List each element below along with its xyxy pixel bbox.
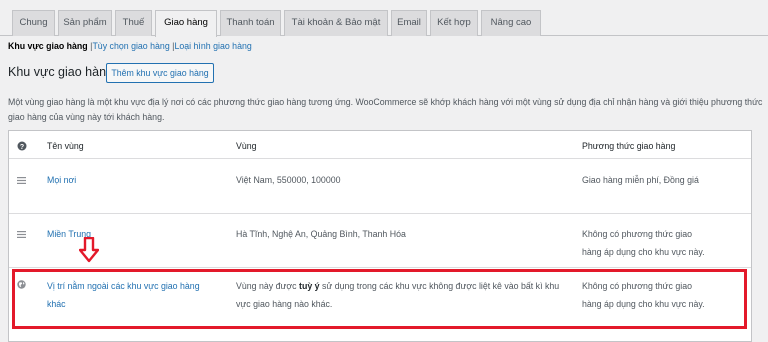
drag-handle-icon[interactable] [17, 231, 26, 238]
zone-name-link[interactable]: Mọi nơi [47, 171, 76, 189]
header-zone-name: Tên vùng [47, 141, 84, 151]
tab-nang-cao[interactable]: Nâng cao [481, 10, 541, 36]
down-arrow-icon [79, 237, 99, 263]
section-description: Một vùng giao hàng là một khu vực địa lý… [8, 97, 763, 122]
tab-thue[interactable]: Thuế [115, 10, 152, 36]
highlight-box [12, 269, 747, 329]
zone-region: Hà Tĩnh, Nghệ An, Quảng Bình, Thanh Hóa [236, 229, 406, 239]
subnav-link-shipping-options[interactable]: Tùy chọn giao hàng [92, 41, 169, 51]
help-icon[interactable]: ? [17, 141, 27, 151]
tab-email[interactable]: Email [391, 10, 427, 36]
tab-chung[interactable]: Chung [12, 10, 55, 36]
tab-giao-hang[interactable]: Giao hàng [155, 10, 217, 37]
tab-san-pham[interactable]: Sản phẩm [58, 10, 112, 36]
tab-ket-hop[interactable]: Kết hợp [430, 10, 478, 36]
settings-tabs: Chung Sản phẩm Thuế Giao hàng Thanh toán… [0, 0, 768, 37]
header-shipping-methods: Phương thức giao hàng [582, 141, 676, 151]
drag-handle-icon[interactable] [17, 177, 26, 184]
page-title: Khu vực giao hàng [8, 65, 113, 79]
subnav-link-shipping-classes[interactable]: Loại hình giao hàng [174, 41, 251, 51]
zone-region: Việt Nam, 550000, 100000 [236, 175, 341, 185]
tab-tai-khoan-bao-mat[interactable]: Tài khoản & Bảo mật [284, 10, 388, 36]
shipping-subnav: Khu vực giao hàng |Tùy chọn giao hàng |L… [8, 41, 252, 51]
zone-methods: Không có phương thức giao hàng áp dụng c… [582, 229, 705, 257]
zone-methods: Giao hàng miễn phí, Đồng giá [582, 175, 699, 185]
svg-text:?: ? [20, 144, 24, 151]
tab-thanh-toan[interactable]: Thanh toán [220, 10, 281, 36]
add-shipping-zone-button[interactable]: Thêm khu vực giao hàng [106, 63, 214, 83]
subnav-current: Khu vực giao hàng [8, 41, 88, 51]
header-region: Vùng [236, 141, 257, 151]
